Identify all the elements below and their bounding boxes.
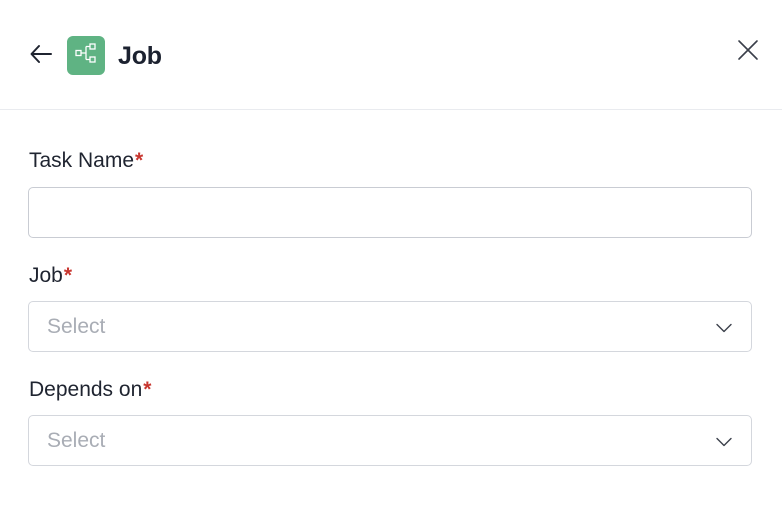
required-marker: * bbox=[63, 264, 73, 287]
close-icon bbox=[737, 39, 759, 66]
depends-on-select-placeholder: Select bbox=[47, 429, 106, 452]
job-select[interactable]: Select bbox=[28, 301, 752, 352]
panel-title: Job bbox=[118, 42, 162, 70]
required-marker: * bbox=[143, 378, 152, 401]
chevron-down-icon bbox=[715, 433, 733, 451]
workflow-icon bbox=[74, 41, 98, 70]
back-button[interactable] bbox=[26, 42, 56, 70]
task-name-input[interactable] bbox=[28, 187, 752, 238]
app-icon bbox=[67, 36, 105, 75]
depends-on-select[interactable]: Select bbox=[28, 415, 752, 466]
depends-on-label-text: Depends on bbox=[29, 378, 143, 401]
panel-header: Job bbox=[0, 0, 782, 110]
job-label: Job* bbox=[29, 262, 72, 290]
task-editor-panel: Job Task Name* Job* Select Depends on* S… bbox=[0, 0, 782, 532]
close-button[interactable] bbox=[734, 38, 762, 66]
required-marker: * bbox=[135, 149, 144, 172]
job-label-text: Job bbox=[29, 264, 63, 287]
chevron-down-icon bbox=[715, 319, 733, 337]
job-select-placeholder: Select bbox=[47, 315, 106, 338]
task-name-label-text: Task Name bbox=[29, 149, 135, 172]
arrow-left-icon bbox=[29, 44, 53, 69]
task-name-label: Task Name* bbox=[29, 147, 143, 175]
depends-on-label: Depends on* bbox=[29, 376, 151, 404]
